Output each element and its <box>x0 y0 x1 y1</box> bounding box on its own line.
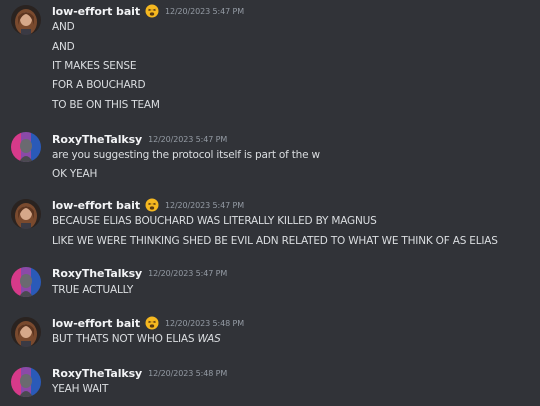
timestamp: 12/20/2023 5:47 PM <box>148 268 228 278</box>
tired-face-emoji-icon <box>145 316 159 330</box>
message-text-italic: WAS <box>197 333 221 345</box>
message-header: low-effort bait 12/20/2023 5:48 PM <box>52 315 244 331</box>
message-header: low-effort bait 12/20/2023 5:47 PM <box>52 3 244 19</box>
message-text: OK YEAH <box>52 168 98 180</box>
username[interactable]: low-effort bait <box>52 199 140 212</box>
avatar-low-effort-bait-icon <box>11 199 41 229</box>
avatar-roxythetalksy-icon <box>11 367 41 397</box>
timestamp: 12/20/2023 5:47 PM <box>148 134 228 144</box>
avatar-roxythetalksy-icon <box>11 267 41 297</box>
message-text-plain: BUT THATS NOT WHO ELIAS <box>52 333 198 345</box>
message-text: FOR A BOUCHARD <box>52 79 146 91</box>
message-text: AND <box>52 21 75 33</box>
username[interactable]: low-effort bait <box>52 5 140 18</box>
avatar-low-effort-bait-icon <box>11 317 41 347</box>
message-header: RoxyTheTalksy 12/20/2023 5:47 PM <box>52 265 227 281</box>
tired-face-emoji-icon <box>145 4 159 18</box>
message-text: AND <box>52 41 75 53</box>
message-header: low-effort bait 12/20/2023 5:47 PM <box>52 197 244 213</box>
timestamp: 12/20/2023 5:47 PM <box>164 200 245 210</box>
timestamp: 12/20/2023 5:48 PM <box>164 318 245 328</box>
avatar[interactable] <box>11 199 41 229</box>
avatar-low-effort-bait-icon <box>11 5 41 35</box>
message-text: LIKE WE WERE THINKING SHED BE EVIL ADN R… <box>52 235 498 247</box>
username[interactable]: RoxyTheTalksy <box>52 367 142 380</box>
avatar[interactable] <box>11 5 41 35</box>
username[interactable]: RoxyTheTalksy <box>52 267 142 280</box>
chat-messages: low-effort bait 12/20/2023 5:47 PM AND A… <box>0 0 540 406</box>
message-text: TRUE ACTUALLY <box>52 284 134 296</box>
timestamp: 12/20/2023 5:47 PM <box>164 6 245 16</box>
avatar[interactable] <box>11 317 41 347</box>
username[interactable]: low-effort bait <box>52 317 140 330</box>
message-header: RoxyTheTalksy 12/20/2023 5:47 PM <box>52 131 227 147</box>
message-text: are you suggesting the protocol itself i… <box>52 149 320 161</box>
message-text: BECAUSE ELIAS BOUCHARD WAS LITERALLY KIL… <box>52 215 377 227</box>
message-text: YEAH WAIT <box>52 383 109 395</box>
message-text: IT MAKES SENSE <box>52 60 137 72</box>
avatar-roxythetalksy-icon <box>11 132 41 162</box>
avatar[interactable] <box>11 267 41 297</box>
message-text: TO BE ON THIS TEAM <box>52 99 160 111</box>
username[interactable]: RoxyTheTalksy <box>52 133 142 146</box>
tired-face-emoji-icon <box>145 198 159 212</box>
message-header: RoxyTheTalksy 12/20/2023 5:48 PM <box>52 365 227 381</box>
message-text: BUT THATS NOT WHO ELIAS WAS <box>52 332 221 346</box>
avatar[interactable] <box>11 132 41 162</box>
avatar[interactable] <box>11 367 41 397</box>
timestamp: 12/20/2023 5:48 PM <box>148 368 228 378</box>
